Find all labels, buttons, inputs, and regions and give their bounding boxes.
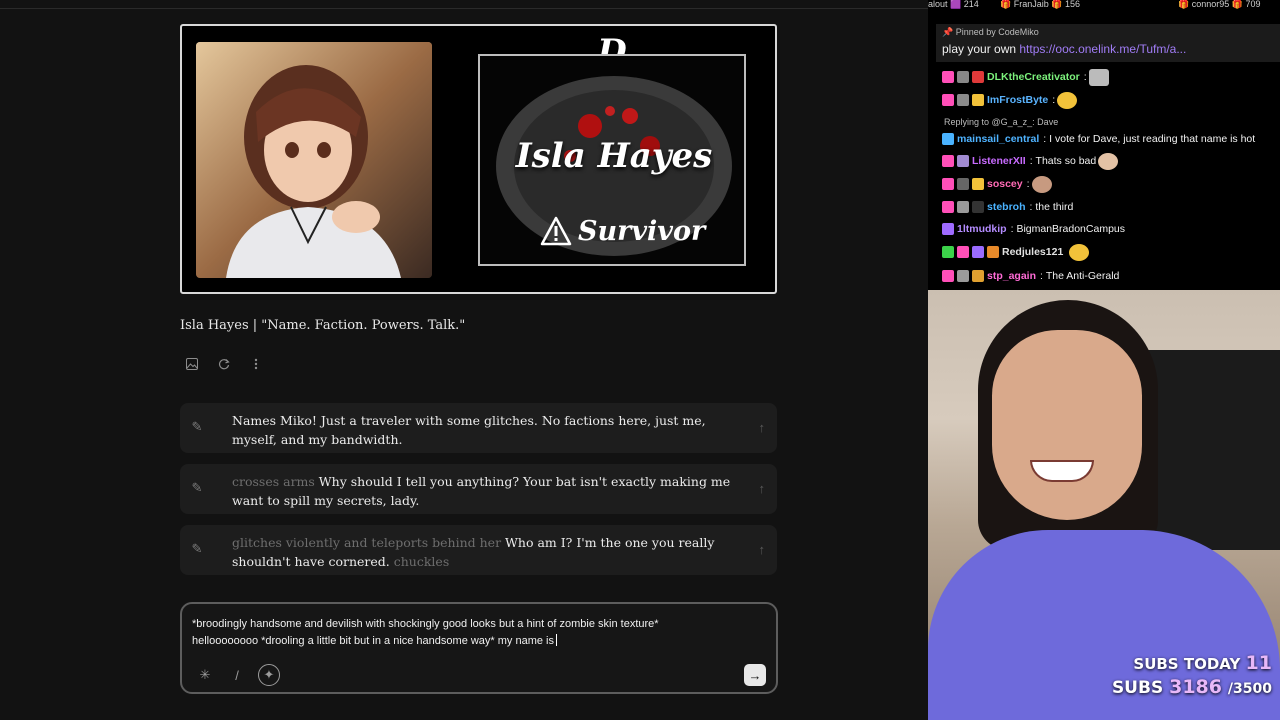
character-title: Isla Hayes | "Name. Faction. Powers. Tal… [180, 318, 466, 333]
subs-counter: SUBS TODAY 11 SUBS 3186 /3500 [1076, 652, 1272, 701]
chat-message: 1ltmudkip: BigmanBradonCampus [942, 220, 1125, 238]
chat-message: DLKtheCreativator: [942, 68, 1109, 86]
chat-message: stebroh: the third [942, 198, 1073, 216]
leaderboard-item: 🎁 connor95 🎁 709 [1178, 0, 1261, 9]
pencil-icon[interactable]: ✎ [188, 541, 206, 559]
reply-suggestion[interactable]: ✎ crosses arms Why should I tell you any… [180, 464, 777, 514]
divider [0, 8, 928, 9]
suggestion-text: crosses arms Why should I tell you anyth… [232, 474, 731, 508]
status-label: Survivor [578, 216, 706, 247]
subs-total-label: SUBS [1111, 678, 1164, 698]
pinned-message: 📌 Pinned by CodeMiko play your own https… [936, 24, 1280, 62]
character-name: Isla Hayes [515, 136, 713, 176]
chat-message: stp_again: The Anti-Gerald [942, 267, 1119, 285]
subs-goal: /3500 [1227, 681, 1272, 697]
suggestion-text: Names Miko! Just a traveler with some gl… [232, 413, 706, 447]
pencil-icon[interactable]: ✎ [188, 419, 206, 437]
suggestion-text: glitches violently and teleports behind … [232, 535, 715, 569]
send-button[interactable]: → [744, 664, 766, 686]
pinned-text: play your own https://ooc.onelink.me/Tuf… [942, 42, 1187, 56]
regenerate-icon[interactable] [214, 354, 234, 374]
stream-chat: alout 🟪 214 🎁 FranJaib 🎁 156 🎁 connor95 … [928, 0, 1280, 290]
chat-message: mainsail_central: I vote for Dave, just … [942, 130, 1255, 148]
chat-message: Redjules121 [942, 243, 1090, 261]
reply-context: Replying to @G_a_z_: Dave [944, 117, 1059, 127]
arrow-up-icon[interactable]: ↑ [759, 542, 766, 557]
warning-icon [540, 216, 572, 246]
magic-icon[interactable]: ✦ [258, 664, 280, 686]
leaderboard-item: 🎁 FranJaib 🎁 156 [1000, 0, 1080, 9]
pinned-link[interactable]: https://ooc.onelink.me/Tufm/a... [1019, 42, 1186, 56]
image-icon[interactable] [182, 354, 202, 374]
pinned-by-label: 📌 Pinned by CodeMiko [942, 27, 1039, 37]
reply-suggestion[interactable]: ✎ glitches violently and teleports behin… [180, 525, 777, 575]
slash-command-icon[interactable]: / [226, 664, 248, 686]
streamer-face [992, 330, 1142, 520]
arrow-up-icon[interactable]: ↑ [759, 420, 766, 435]
reply-suggestion[interactable]: ✎ Names Miko! Just a traveler with some … [180, 403, 777, 453]
pencil-icon[interactable]: ✎ [188, 480, 206, 498]
character-portrait [196, 42, 432, 278]
text-caret [556, 634, 557, 646]
chat-message: soscey: [942, 175, 1052, 193]
chat-message: ListenerXII: Thats so bad [942, 152, 1119, 170]
subs-today-value: 11 [1245, 652, 1272, 674]
message-input[interactable]: *broodingly handsome and devilish with s… [192, 616, 716, 650]
character-toolbar [182, 354, 266, 376]
leaderboard-item: alout 🟪 214 [928, 0, 979, 9]
chat-app: D Rank Isla Hayes Survivor Isla Hayes | … [0, 0, 928, 720]
message-composer[interactable]: *broodingly handsome and devilish with s… [180, 602, 778, 694]
rank-card: Isla Hayes Survivor [478, 54, 746, 266]
chat-message: ImFrostByte: [942, 91, 1078, 109]
subs-today-label: SUBS TODAY [1133, 655, 1241, 673]
arrow-up-icon[interactable]: ↑ [759, 481, 766, 496]
asterisk-icon[interactable]: ✳ [194, 664, 216, 686]
more-options-icon[interactable] [246, 354, 266, 374]
subs-total-value: 3186 [1169, 676, 1222, 698]
character-banner: D Rank Isla Hayes Survivor [180, 24, 777, 294]
